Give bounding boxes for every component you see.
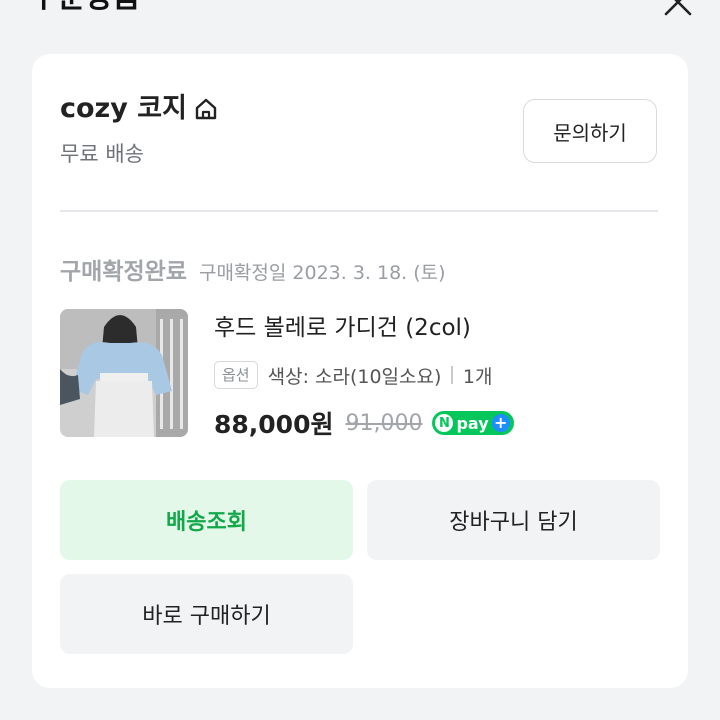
npay-plus-icon: + bbox=[491, 414, 510, 432]
track-delivery-button[interactable]: 배송조회 bbox=[60, 480, 353, 560]
confirmed-date: 구매확정일 2023. 3. 18. (토) bbox=[198, 262, 446, 284]
add-to-cart-button[interactable]: 장바구니 담기 bbox=[367, 480, 660, 560]
store-name[interactable]: cozy 코지 bbox=[60, 92, 187, 126]
divider bbox=[60, 210, 658, 212]
inquiry-button[interactable]: 문의하기 bbox=[523, 99, 657, 163]
home-icon bbox=[195, 98, 217, 120]
option-row: 옵션 색상: 소라(10일소요) 1개 bbox=[214, 358, 493, 392]
option-text: 색상: 소라(10일소요) bbox=[267, 365, 442, 388]
buy-now-button[interactable]: 바로 구매하기 bbox=[60, 574, 353, 654]
quantity: 1개 bbox=[462, 365, 493, 388]
close-button[interactable] bbox=[660, 0, 696, 20]
option-separator bbox=[451, 366, 453, 384]
shipping-info: 무료 배송 bbox=[60, 142, 144, 166]
original-price: 91,000 bbox=[345, 410, 423, 436]
npay-label: pay bbox=[456, 413, 489, 433]
page-title: 주문상품 bbox=[30, 0, 140, 16]
close-icon bbox=[664, 0, 692, 16]
price: 88,000원 bbox=[214, 410, 334, 439]
product-image[interactable] bbox=[60, 309, 188, 437]
option-badge: 옵션 bbox=[214, 361, 258, 389]
product-name[interactable]: 후드 볼레로 가디건 (2col) bbox=[214, 312, 471, 344]
npay-badge: N pay + bbox=[432, 411, 514, 435]
order-status: 구매확정완료 구매확정일 2023. 3. 18. (토) bbox=[60, 252, 446, 286]
status-label: 구매확정완료 bbox=[60, 259, 187, 285]
store-header[interactable]: cozy 코지 bbox=[60, 92, 219, 126]
price-row: 88,000원 91,000 N pay + bbox=[214, 405, 514, 441]
npay-n-icon: N bbox=[435, 414, 454, 432]
order-card: cozy 코지 무료 배송 문의하기 구매확정완료 구매확정일 2023. 3.… bbox=[32, 54, 688, 688]
